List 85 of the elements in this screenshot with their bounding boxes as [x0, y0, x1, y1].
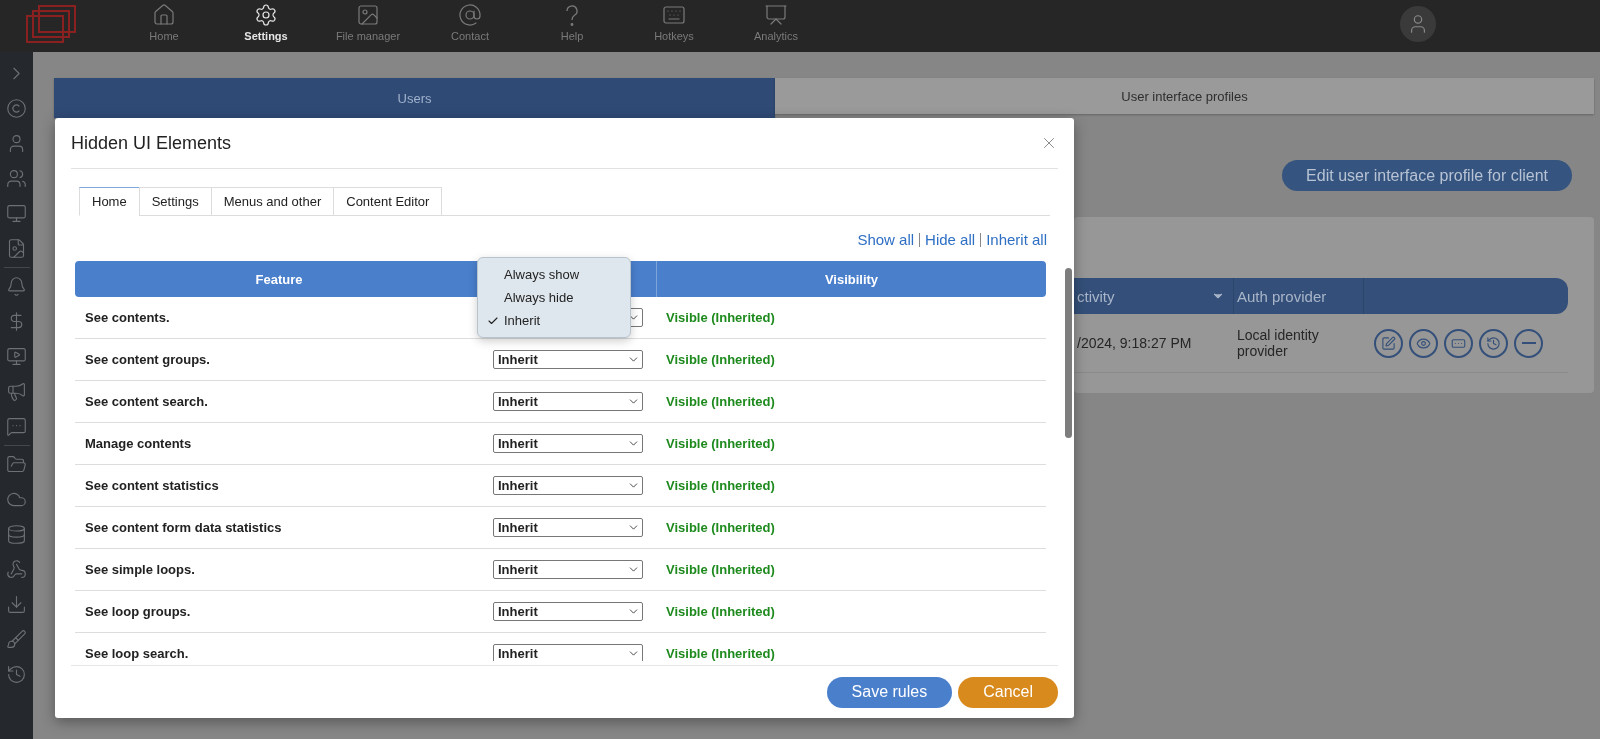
- feature-label: See contents.: [84, 310, 171, 325]
- select-field[interactable]: Inherit: [493, 350, 643, 369]
- keyboard-icon: [662, 3, 686, 27]
- column-header: Feature: [255, 271, 303, 287]
- feature-label: See content search.: [84, 394, 209, 409]
- brush-icon: [6, 629, 27, 650]
- folder-icon: [6, 454, 27, 475]
- pencil-icon: [1381, 335, 1396, 351]
- feature-label: See content statistics: [84, 478, 220, 493]
- visibility-status: Visible (Inherited): [665, 520, 776, 535]
- visibility-status: Visible (Inherited): [665, 562, 776, 577]
- view-button[interactable]: [1409, 328, 1438, 358]
- menu-option[interactable]: Always show: [478, 263, 630, 286]
- nav-item[interactable]: File manager: [317, 0, 419, 42]
- edit-profile-button[interactable]: Edit user interface profile for client: [1282, 160, 1572, 191]
- select-field[interactable]: Inherit: [493, 434, 643, 453]
- megaphone-icon: [6, 381, 27, 402]
- link[interactable]: Inherit all: [980, 233, 1052, 247]
- feature-label: See loop search.: [84, 646, 190, 661]
- visibility-status: Visible (Inherited): [665, 604, 776, 619]
- copyright-icon: [6, 98, 27, 119]
- history-button[interactable]: [1479, 328, 1508, 358]
- edit-button[interactable]: [1374, 328, 1403, 358]
- bell-icon: [6, 276, 27, 297]
- file-image-icon: [6, 238, 27, 259]
- users-icon: [6, 168, 27, 189]
- select-field[interactable]: Inherit: [493, 392, 643, 411]
- nav-item[interactable]: Hotkeys: [623, 0, 725, 42]
- feature-label: See simple loops.: [84, 562, 196, 577]
- chat-bubble-icon: [6, 416, 27, 437]
- tab[interactable]: Settings: [138, 187, 212, 216]
- avatar-button[interactable]: [1400, 6, 1436, 42]
- feature-label: See content form data statistics: [84, 520, 283, 535]
- link[interactable]: Show all: [852, 233, 920, 247]
- feature-label: See loop groups.: [84, 604, 192, 619]
- remove-button[interactable]: [1514, 328, 1543, 358]
- monitor-play-icon: [6, 346, 27, 367]
- tab[interactable]: Home: [79, 187, 140, 216]
- menu-option[interactable]: Inherit: [478, 309, 630, 332]
- select-field[interactable]: Inherit: [493, 644, 643, 661]
- select-field[interactable]: Inherit: [493, 602, 643, 621]
- column-header: ctivity: [1077, 287, 1115, 305]
- eye-icon: [1416, 335, 1431, 351]
- database-icon: [6, 524, 27, 545]
- link[interactable]: Hide all: [919, 233, 981, 247]
- monitor-icon: [6, 203, 27, 224]
- visibility-status: Visible (Inherited): [665, 646, 776, 661]
- password-button[interactable]: [1444, 328, 1473, 358]
- visibility-status: Visible (Inherited): [665, 310, 776, 325]
- tab[interactable]: Content Editor: [333, 187, 443, 216]
- feature-label: Manage contents: [84, 436, 193, 451]
- at-sign-icon: [458, 3, 482, 27]
- visibility-status: Visible (Inherited): [665, 436, 776, 451]
- tab[interactable]: Users: [54, 78, 775, 118]
- feature-label: See content groups.: [84, 352, 211, 367]
- table-cell-text: Local identity provider: [1236, 327, 1320, 359]
- webhook-icon: [6, 559, 27, 580]
- history-icon: [6, 664, 27, 685]
- visibility-status: Visible (Inherited): [665, 394, 776, 409]
- visibility-status: Visible (Inherited): [665, 478, 776, 493]
- visibility-status: Visible (Inherited): [665, 352, 776, 367]
- select-field[interactable]: Inherit: [493, 518, 643, 537]
- nav-item[interactable]: Home: [113, 0, 215, 42]
- scrollbar[interactable]: [1065, 268, 1072, 438]
- image-icon: [356, 3, 380, 27]
- column-header: Visibility: [824, 271, 879, 287]
- download-icon: [6, 594, 27, 615]
- menu-option[interactable]: Always hide: [478, 286, 630, 309]
- logo-icon: [25, 4, 77, 44]
- nav-item[interactable]: Settings: [215, 0, 317, 42]
- save-button[interactable]: Save rules: [826, 676, 953, 708]
- presentation-board-icon: [764, 3, 788, 27]
- table-cell-text: /2024, 9:18:27 PM: [1076, 335, 1193, 351]
- tab[interactable]: User interface profiles: [775, 78, 1594, 114]
- home-icon: [152, 3, 176, 27]
- nav-item[interactable]: Contact: [419, 0, 521, 42]
- settings-icon: [254, 3, 278, 27]
- select-field[interactable]: Inherit: [493, 560, 643, 579]
- nav-item[interactable]: Help: [521, 0, 623, 42]
- select-field[interactable]: Inherit: [493, 476, 643, 495]
- nav-item[interactable]: Analytics: [725, 0, 827, 42]
- history-icon: [1486, 335, 1501, 351]
- column-header: Auth provider: [1237, 287, 1327, 305]
- dialog-title: Hidden UI Elements: [71, 132, 232, 154]
- minus-icon: [1521, 342, 1536, 344]
